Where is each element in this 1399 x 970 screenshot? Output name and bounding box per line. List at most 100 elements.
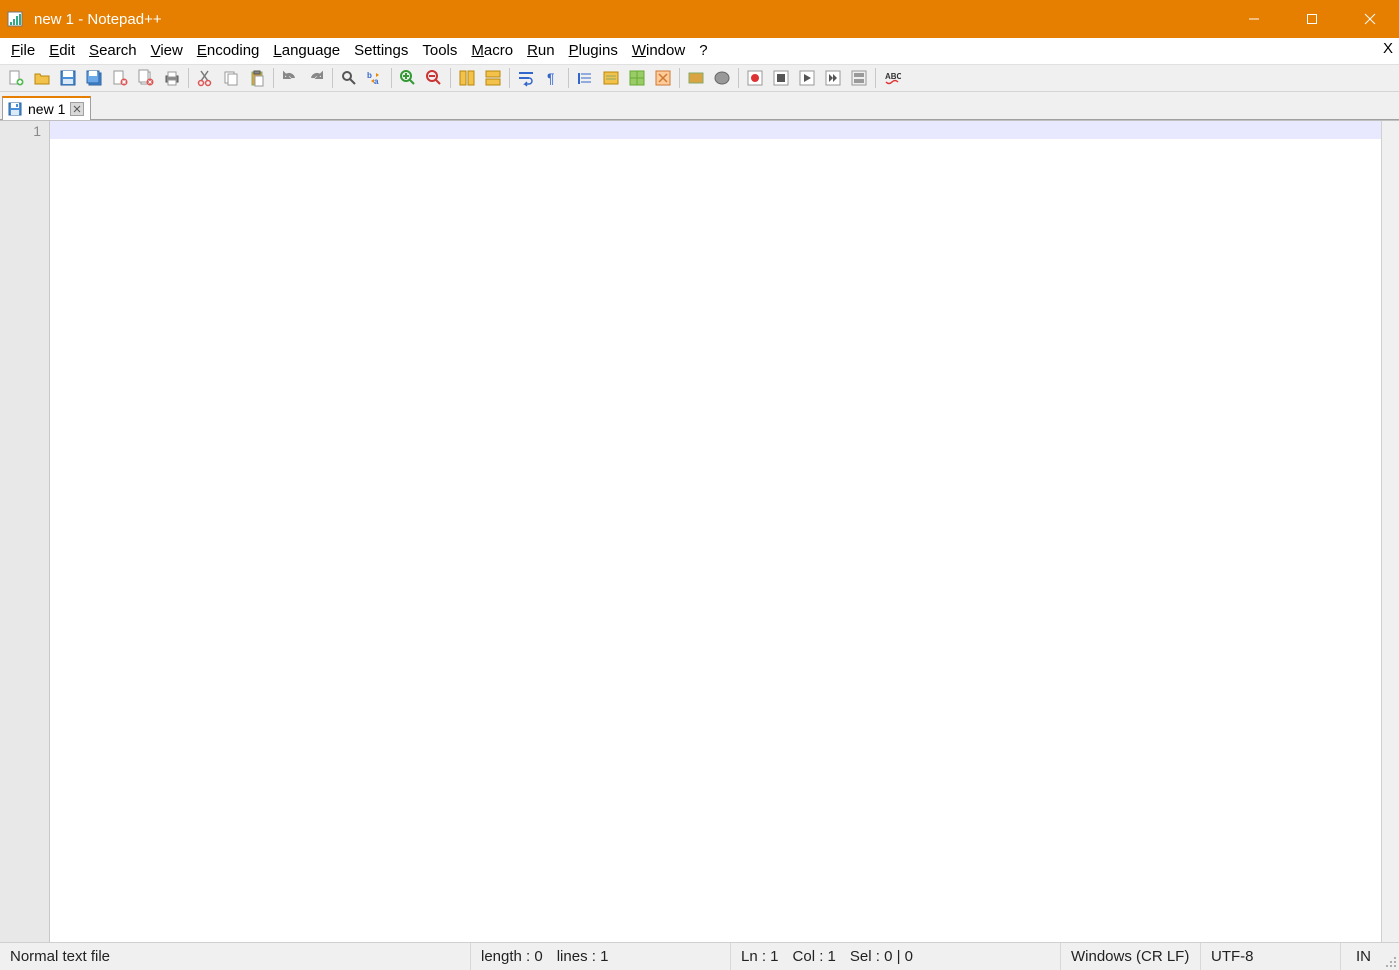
toolbar: ba ¶ ABC: [0, 64, 1399, 92]
language-ud-button[interactable]: [599, 67, 623, 89]
show-all-chars-button[interactable]: ¶: [540, 67, 564, 89]
title-bar: new 1 - Notepad++: [0, 0, 1399, 38]
status-ln: Ln : 1: [741, 948, 779, 965]
cut-button[interactable]: [193, 67, 217, 89]
sync-v-button[interactable]: [455, 67, 479, 89]
function-list-icon: [687, 69, 705, 87]
menu-macro[interactable]: Macro: [464, 41, 520, 60]
toolbar-separator: [738, 68, 739, 88]
editor-area: 1: [0, 120, 1399, 942]
save-macro-button[interactable]: [847, 67, 871, 89]
paste-button[interactable]: [245, 67, 269, 89]
menu-view[interactable]: View: [144, 41, 190, 60]
status-col: Col : 1: [793, 948, 836, 965]
menu-settings[interactable]: Settings: [347, 41, 415, 60]
toolbar-separator: [679, 68, 680, 88]
zoom-out-icon: [425, 69, 443, 87]
undo-button[interactable]: [278, 67, 302, 89]
open-file-icon: [33, 69, 51, 87]
menu-search[interactable]: Search: [82, 41, 144, 60]
doc-map-button[interactable]: [625, 67, 649, 89]
copy-button[interactable]: [219, 67, 243, 89]
menu-encoding[interactable]: Encoding: [190, 41, 267, 60]
toolbar-separator: [273, 68, 274, 88]
save-all-icon: [85, 69, 103, 87]
record-macro-button[interactable]: [769, 67, 793, 89]
close-window-button[interactable]: [1341, 0, 1399, 38]
tab-bar: new 1: [0, 92, 1399, 120]
current-line-highlight: [50, 121, 1381, 139]
app-icon: [6, 10, 24, 28]
new-file-button[interactable]: [4, 67, 28, 89]
menu-close-button[interactable]: X: [1383, 40, 1393, 57]
close-file-icon: [111, 69, 129, 87]
menu-file[interactable]: File: [4, 41, 42, 60]
file-tab[interactable]: new 1: [2, 96, 91, 120]
sync-v-icon: [458, 69, 476, 87]
close-file-button[interactable]: [108, 67, 132, 89]
menu-[interactable]: ?: [692, 41, 714, 60]
wordwrap-button[interactable]: [514, 67, 538, 89]
spellcheck-button[interactable]: ABC: [880, 67, 904, 89]
function-list-button[interactable]: [684, 67, 708, 89]
play-macro-button[interactable]: [795, 67, 819, 89]
status-lines: lines : 1: [557, 948, 609, 965]
new-file-icon: [7, 69, 25, 87]
status-bar: Normal text file length : 0 lines : 1 Ln…: [0, 942, 1399, 970]
svg-text:b: b: [367, 71, 372, 80]
menu-window[interactable]: Window: [625, 41, 692, 60]
sync-h-icon: [484, 69, 502, 87]
resize-grip[interactable]: [1381, 943, 1399, 970]
find-button[interactable]: [337, 67, 361, 89]
open-file-button[interactable]: [30, 67, 54, 89]
menu-tools[interactable]: Tools: [415, 41, 464, 60]
run-macro-multi-button[interactable]: [821, 67, 845, 89]
minimize-button[interactable]: [1225, 0, 1283, 38]
window-title: new 1 - Notepad++: [34, 11, 162, 28]
menu-run[interactable]: Run: [520, 41, 562, 60]
menu-edit[interactable]: Edit: [42, 41, 82, 60]
cut-icon: [196, 69, 214, 87]
save-icon: [7, 101, 23, 117]
zoom-in-icon: [399, 69, 417, 87]
print-button[interactable]: [160, 67, 184, 89]
vertical-scrollbar[interactable]: [1381, 121, 1399, 942]
find-icon: [340, 69, 358, 87]
indent-guide-button[interactable]: [573, 67, 597, 89]
monitoring-button[interactable]: [743, 67, 767, 89]
spellcheck-icon: ABC: [883, 69, 901, 87]
tab-close-button[interactable]: [70, 102, 84, 116]
line-number: 1: [0, 123, 41, 139]
status-filetype: Normal text file: [0, 943, 471, 970]
svg-text:a: a: [374, 77, 379, 86]
status-mode[interactable]: IN: [1341, 943, 1381, 970]
maximize-button[interactable]: [1283, 0, 1341, 38]
menu-plugins[interactable]: Plugins: [562, 41, 625, 60]
text-editor[interactable]: [50, 121, 1381, 942]
wordwrap-icon: [517, 69, 535, 87]
line-number-gutter: 1: [0, 121, 50, 942]
toolbar-separator: [450, 68, 451, 88]
toolbar-separator: [332, 68, 333, 88]
status-encoding[interactable]: UTF-8: [1201, 943, 1341, 970]
status-sel: Sel : 0 | 0: [850, 948, 913, 965]
save-all-button[interactable]: [82, 67, 106, 89]
doc-list-button[interactable]: [651, 67, 675, 89]
show-all-chars-icon: ¶: [543, 69, 561, 87]
zoom-in-button[interactable]: [396, 67, 420, 89]
status-pos: Ln : 1 Col : 1 Sel : 0 | 0: [731, 943, 1061, 970]
save-button[interactable]: [56, 67, 80, 89]
doc-map-icon: [628, 69, 646, 87]
indent-guide-icon: [576, 69, 594, 87]
status-length-lines: length : 0 lines : 1: [471, 943, 731, 970]
folder-workspace-button[interactable]: [710, 67, 734, 89]
close-all-button[interactable]: [134, 67, 158, 89]
folder-workspace-icon: [713, 69, 731, 87]
redo-button[interactable]: [304, 67, 328, 89]
status-eol[interactable]: Windows (CR LF): [1061, 943, 1201, 970]
sync-h-button[interactable]: [481, 67, 505, 89]
menu-language[interactable]: Language: [266, 41, 347, 60]
zoom-out-button[interactable]: [422, 67, 446, 89]
replace-button[interactable]: ba: [363, 67, 387, 89]
toolbar-separator: [875, 68, 876, 88]
